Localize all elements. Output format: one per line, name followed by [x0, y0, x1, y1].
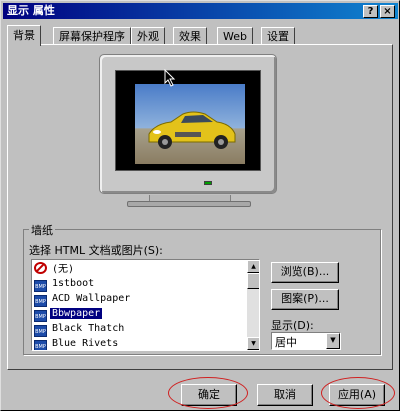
chevron-down-icon[interactable]: ▼ [326, 333, 340, 349]
scroll-up-icon[interactable]: ▲ [247, 260, 259, 273]
bmp-file-icon: BMP [34, 295, 47, 307]
bmp-file-icon: BMP [34, 280, 47, 292]
list-item[interactable]: (无) [34, 262, 76, 276]
display-properties-dialog: 显示 属性 ? × 背景 屏幕保护程序 外观 效果 Web 设置 墙纸 选择 H… [0, 0, 400, 411]
list-item[interactable]: BMP Blue Rivets [34, 337, 120, 350]
mouse-cursor-icon [164, 69, 176, 87]
ok-button[interactable]: 确定 [181, 384, 237, 406]
tab-appearance[interactable]: 外观 [131, 27, 165, 45]
choose-wallpaper-label: 选择 HTML 文档或图片(S): [29, 244, 163, 257]
list-scrollbar[interactable]: ▲ ▼ [247, 260, 259, 350]
display-mode-value: 居中 [275, 336, 297, 349]
display-mode-select[interactable]: 居中 ▼ [271, 332, 341, 350]
scroll-down-icon[interactable]: ▼ [247, 337, 259, 350]
window-title: 显示 属性 [7, 4, 55, 17]
cancel-button[interactable]: 取消 [257, 384, 313, 406]
tab-settings[interactable]: 设置 [261, 27, 295, 45]
bmp-file-icon: BMP [34, 310, 47, 322]
tab-screensaver[interactable]: 屏幕保护程序 [53, 27, 131, 45]
tab-background[interactable]: 背景 [7, 25, 41, 46]
apply-button[interactable]: 应用(A) [329, 384, 385, 406]
list-item[interactable]: BMP Black Thatch [34, 322, 126, 337]
preview-screen [115, 70, 261, 171]
monitor-base [127, 201, 251, 207]
list-item[interactable]: BMP ACD Wallpaper [34, 292, 132, 307]
bmp-file-icon: BMP [34, 340, 47, 350]
scroll-thumb[interactable] [247, 273, 259, 289]
close-button[interactable]: × [380, 5, 395, 18]
display-mode-label: 显示(D): [271, 319, 314, 332]
wallpaper-group-label: 墙纸 [29, 222, 55, 238]
wallpaper-listbox[interactable]: (无) BMP 1stboot BMP ACD Wallpaper BMP Bbwpa… [31, 259, 260, 351]
pattern-button[interactable]: 图案(P)... [271, 289, 339, 310]
list-item[interactable]: BMP 1stboot [34, 277, 96, 292]
monitor-preview [99, 54, 277, 194]
list-item-selected[interactable]: BMP Bbwpaper [34, 307, 103, 322]
tab-effects[interactable]: 效果 [173, 27, 207, 45]
none-icon [34, 262, 47, 274]
wallpaper-preview-image [135, 84, 245, 164]
title-bar[interactable]: 显示 属性 ? × [3, 3, 398, 19]
tab-web[interactable]: Web [217, 27, 253, 45]
power-led [204, 181, 212, 185]
help-button[interactable]: ? [363, 5, 378, 18]
browse-button[interactable]: 浏览(B)... [271, 262, 339, 283]
bmp-file-icon: BMP [34, 325, 47, 337]
